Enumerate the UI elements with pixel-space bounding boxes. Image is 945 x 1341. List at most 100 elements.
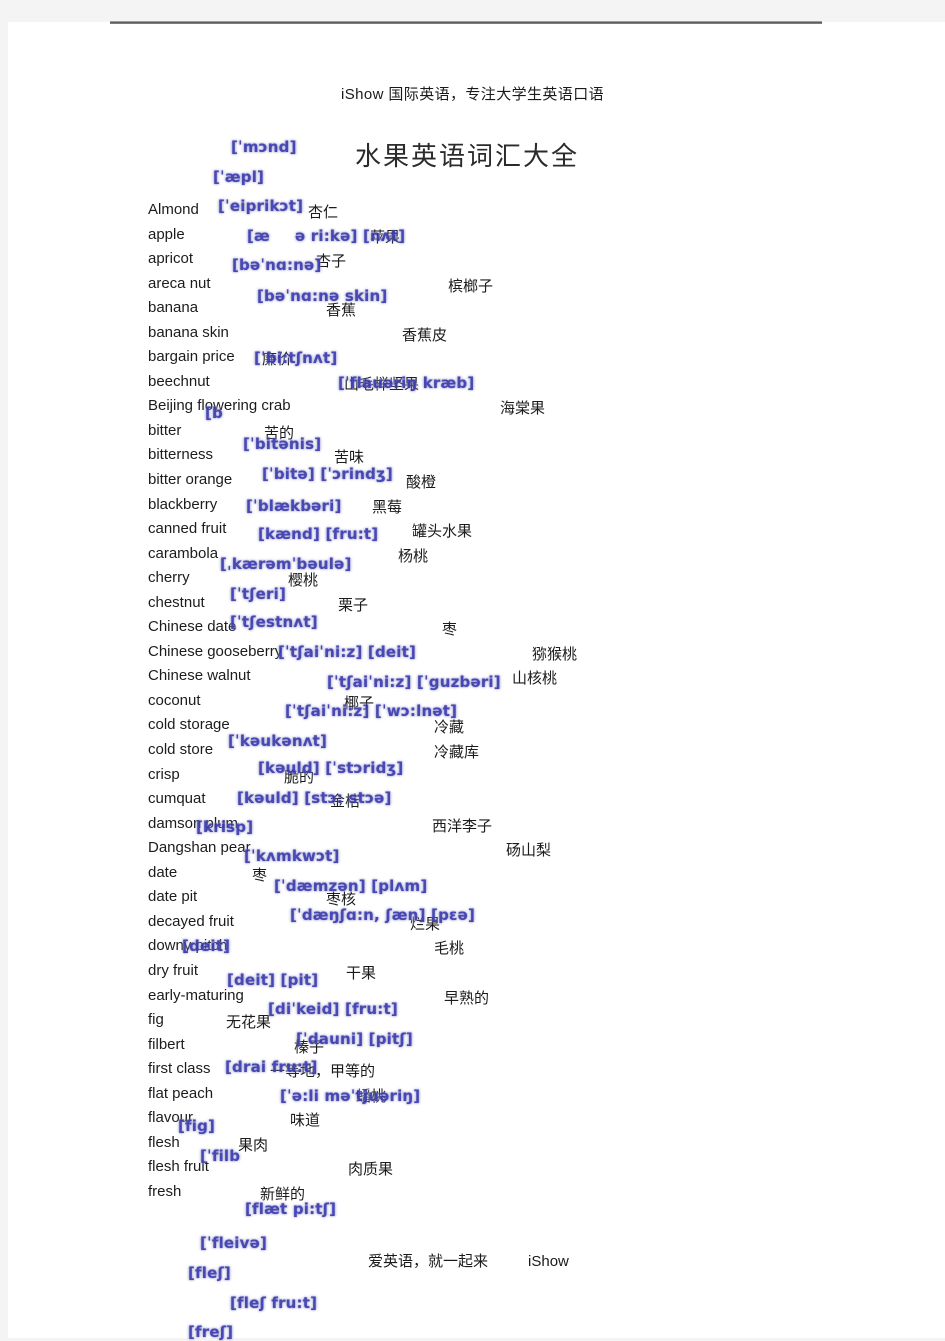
page-title: 水果英语词汇大全 (355, 141, 580, 171)
entry-translation: 榛子 (294, 1038, 325, 1056)
vocabulary-entry: first class 一等地，甲等的 (148, 1059, 928, 1084)
vocabulary-list: Almond 杏仁 apple 苹果 apricot 杏子 areca nut 槟榔子 bana… (148, 200, 928, 1206)
entry-term: Chinese gooseberry (148, 642, 283, 660)
vocabulary-entry: downy pitch 毛桃 (148, 936, 928, 961)
vocabulary-entry: Chinese date 枣 (148, 617, 928, 642)
entry-translation: 酸橙 (406, 474, 437, 492)
entry-translation: 毛桃 (434, 940, 465, 958)
vocabulary-entry: apricot 杏子 (148, 249, 928, 274)
vocabulary-entry: bitterness 苦味 (148, 445, 928, 470)
entry-term: fig (148, 1011, 164, 1029)
entry-term: dry fruit (148, 961, 199, 979)
entry-translation: 砀山梨 (506, 842, 552, 860)
footer-slogan: 爱英语，就一起来 (368, 1253, 489, 1270)
entry-term: filbert (148, 1035, 185, 1053)
vocabulary-entry: banana skin 香蕉皮 (148, 323, 928, 348)
entry-term: bitter orange (148, 471, 233, 489)
entry-term: flesh fruit (148, 1158, 209, 1176)
vocabulary-entry: bitter orange 酸橙 (148, 470, 928, 495)
entry-translation: 枣 (252, 866, 268, 884)
entry-term: date pit (148, 888, 198, 906)
vocabulary-entry: Beijing flowering crab 海棠果 (148, 396, 928, 421)
vocabulary-entry: Chinese walnut 山核桃 (148, 666, 928, 691)
entry-translation: 枣核 (326, 891, 357, 909)
vocabulary-entry: banana 香蕉 (148, 298, 928, 323)
entry-term: canned fruit (148, 520, 227, 538)
entry-translation: 无花果 (226, 1014, 272, 1032)
entry-translation: 槟榔子 (448, 277, 494, 295)
entry-term: flavour (148, 1109, 194, 1127)
entry-translation: 杏子 (316, 253, 347, 271)
vocabulary-entry: decayed fruit 烂果 (148, 912, 928, 937)
entry-translation: 黑莓 (372, 498, 403, 516)
entry-translation: 肉质果 (348, 1161, 394, 1179)
vocabulary-entry: damson plum 西洋李子 (148, 814, 928, 839)
entry-translation: 樱桃 (288, 572, 319, 590)
entry-translation: 香蕉皮 (402, 326, 448, 344)
entry-term: Dangshan pear (148, 839, 251, 857)
vocabulary-entry: cherry 樱桃 (148, 568, 928, 593)
vocabulary-entry: cold storage 冷藏 (148, 715, 928, 740)
vocabulary-entry: bitter 苦的 (148, 421, 928, 446)
entry-translation: 苦的 (264, 424, 295, 442)
entry-term: crisp (148, 765, 180, 783)
vocabulary-entry: fig 无花果 (148, 1010, 928, 1035)
vocabulary-entry: crisp 脆的 (148, 765, 928, 790)
entry-term: flesh (148, 1133, 180, 1151)
entry-term: bargain price (148, 348, 235, 366)
entry-term: flat peach (148, 1084, 214, 1102)
entry-term: Beijing flowering crab (148, 397, 291, 415)
entry-translation: 猕猴桃 (532, 645, 578, 663)
running-head: iShow 国际英语，专注大学生英语口语 (340, 86, 605, 103)
entry-translation: 椰子 (344, 694, 375, 712)
entry-term: cherry (148, 569, 190, 587)
entry-term: Chinese date (148, 618, 237, 636)
vocabulary-entry: date pit 枣核 (148, 887, 928, 912)
vocabulary-entry: canned fruit 罐头水果 (148, 519, 928, 544)
entry-term: downy pitch (148, 937, 228, 955)
entry-term: banana skin (148, 323, 229, 341)
vocabulary-entry: apple 苹果 (148, 225, 928, 250)
vocabulary-entry: date 枣 (148, 863, 928, 888)
entry-term: cold store (148, 741, 214, 759)
vocabulary-entry: flesh fruit 肉质果 (148, 1157, 928, 1182)
vocabulary-entry: dry fruit 干果 (148, 961, 928, 986)
vocabulary-entry: Dangshan pear 砀山梨 (148, 838, 928, 863)
entry-translation: 杨桃 (398, 547, 429, 565)
entry-translation: 烂果 (410, 915, 441, 933)
entry-translation: 金桔 (330, 793, 361, 811)
entry-term: carambola (148, 544, 219, 562)
entry-term: bitterness (148, 446, 214, 464)
entry-term: early-maturing (148, 986, 244, 1004)
entry-translation: 香蕉 (326, 302, 357, 320)
entry-term: Almond (148, 201, 199, 218)
entry-term: first class (148, 1060, 211, 1078)
vocabulary-entry: fresh 新鲜的 (148, 1182, 928, 1207)
entry-translation: 冷藏库 (434, 744, 480, 762)
vocabulary-entry: cumquat 金桔 (148, 789, 928, 814)
entry-term: apple (148, 225, 185, 243)
vocabulary-entry: cold store 冷藏库 (148, 740, 928, 765)
entry-term: blackberry (148, 495, 218, 513)
entry-translation: 脆的 (284, 768, 315, 786)
vocabulary-entry: carambola 杨桃 (148, 544, 928, 569)
vocabulary-entry: flat peach 蟠桃 (148, 1084, 928, 1109)
entry-translation: 海棠果 (500, 400, 546, 418)
entry-translation: 枣 (442, 621, 458, 639)
entry-term: apricot (148, 250, 194, 268)
entry-translation: 果肉 (238, 1136, 269, 1154)
entry-translation: 山核桃 (512, 670, 558, 688)
entry-translation: 蟠桃 (356, 1087, 387, 1105)
vocabulary-entry: Almond 杏仁 (148, 200, 928, 225)
entry-translation: 栗子 (338, 596, 369, 614)
entry-term: beechnut (148, 372, 210, 390)
entry-term: cumquat (148, 790, 206, 808)
entry-translation: 新鲜的 (260, 1185, 306, 1203)
entry-translation: 苹果 (370, 228, 401, 246)
vocabulary-entry: flavour 味道 (148, 1108, 928, 1133)
vocabulary-entry: coconut 椰子 (148, 691, 928, 716)
entry-translation: 罐头水果 (412, 523, 473, 541)
entry-translation: 苦味 (334, 449, 365, 467)
vocabulary-entry: chestnut 栗子 (148, 593, 928, 618)
entry-term: bitter (148, 421, 182, 439)
